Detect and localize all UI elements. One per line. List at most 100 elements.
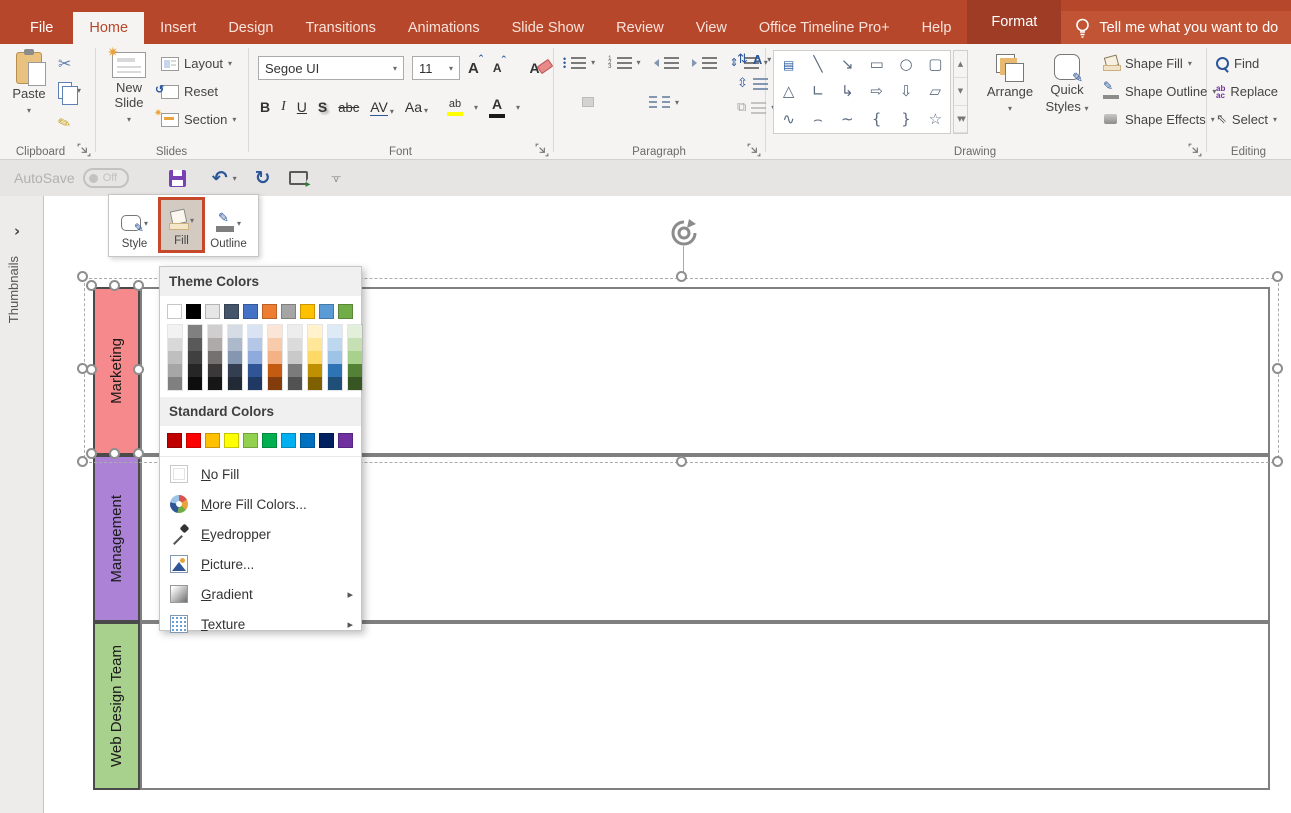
section-button[interactable]: Section▾	[161, 112, 236, 127]
font-size-combo[interactable]: 11▾	[412, 56, 460, 80]
shape-gallery-item[interactable]: ∿	[782, 112, 795, 127]
theme-color-variant-swatch[interactable]	[348, 351, 362, 364]
italic-button[interactable]: I	[281, 99, 286, 115]
shape-gallery-item[interactable]: ↳	[841, 84, 854, 99]
shape-gallery-item[interactable]: {	[872, 112, 882, 127]
selection-handle[interactable]	[1272, 363, 1283, 374]
theme-color-variant-swatch[interactable]	[168, 377, 182, 390]
underline-button[interactable]: U	[297, 99, 307, 115]
shrink-font-button[interactable]: A⌃	[493, 61, 508, 75]
shape-gallery-item[interactable]: ○	[899, 57, 912, 72]
shape-gallery[interactable]: ▤╲↘▭○▢△∟↳⇨⇩▱∿⌢∼{}☆	[773, 50, 951, 134]
autosave-toggle[interactable]: AutoSave Off	[14, 168, 129, 188]
standard-color-swatch[interactable]	[243, 433, 258, 448]
bullets-button[interactable]: •••▾	[563, 57, 595, 69]
theme-color-variant-swatch[interactable]	[328, 377, 342, 390]
fill-menu-item-more-colors[interactable]: More Fill Colors...	[160, 489, 361, 519]
theme-color-variant-swatch[interactable]	[348, 364, 362, 377]
shape-gallery-item[interactable]: ╲	[813, 57, 822, 72]
theme-color-variant-swatch[interactable]	[248, 377, 262, 390]
tab-review[interactable]: Review	[600, 12, 680, 44]
start-from-beginning-button[interactable]	[289, 171, 308, 185]
grow-font-button[interactable]: A⌃	[468, 60, 485, 77]
clipboard-dialog-launcher[interactable]	[77, 143, 91, 157]
caret-down-icon[interactable]: ▾	[474, 103, 478, 112]
shape-fill-button[interactable]: Shape Fill▾	[1103, 56, 1192, 71]
theme-color-variant-swatch[interactable]	[188, 338, 202, 351]
cut-button[interactable]: ✂	[58, 54, 71, 73]
theme-color-variant-swatch[interactable]	[348, 377, 362, 390]
shape-gallery-item[interactable]: ↘	[841, 57, 854, 72]
standard-color-swatch[interactable]	[281, 433, 296, 448]
shape-handle[interactable]	[86, 364, 97, 375]
replace-button[interactable]: abacReplace	[1216, 84, 1278, 99]
theme-color-variant-swatch[interactable]	[328, 338, 342, 351]
theme-color-variant-swatch[interactable]	[228, 377, 242, 390]
theme-color-variant-swatch[interactable]	[308, 364, 322, 377]
theme-color-variant-swatch[interactable]	[268, 377, 282, 390]
tab-help[interactable]: Help	[906, 12, 968, 44]
theme-color-variant-swatch[interactable]	[268, 351, 282, 364]
paste-button[interactable]: Paste ▾	[6, 52, 52, 118]
theme-color-swatch[interactable]	[338, 304, 353, 319]
numbering-button[interactable]: 123▾	[608, 57, 640, 69]
font-dialog-launcher[interactable]	[535, 143, 549, 157]
change-case-button[interactable]: Aa▾	[405, 99, 428, 115]
shape-handle[interactable]	[86, 280, 97, 291]
theme-color-variant-swatch[interactable]	[188, 364, 202, 377]
tab-slide-show[interactable]: Slide Show	[496, 12, 601, 44]
shape-handle[interactable]	[109, 448, 120, 459]
tab-format[interactable]: Format	[967, 0, 1061, 44]
copy-button[interactable]: ▾	[58, 82, 81, 99]
shape-gallery-item[interactable]: ▭	[870, 57, 884, 72]
shape-handle[interactable]	[133, 364, 144, 375]
theme-color-swatch[interactable]	[224, 304, 239, 319]
shape-gallery-item[interactable]: ▢	[928, 57, 942, 72]
theme-color-variant-swatch[interactable]	[328, 364, 342, 377]
standard-color-swatch[interactable]	[338, 433, 353, 448]
theme-color-swatch[interactable]	[205, 304, 220, 319]
shape-gallery-item[interactable]: ▱	[930, 84, 942, 99]
select-button[interactable]: ⇖Select▾	[1216, 112, 1277, 127]
theme-color-variant-swatch[interactable]	[248, 325, 262, 338]
theme-color-variant-swatch[interactable]	[228, 351, 242, 364]
theme-color-swatch[interactable]	[281, 304, 296, 319]
theme-color-variant-swatch[interactable]	[268, 325, 282, 338]
theme-color-variant-swatch[interactable]	[208, 351, 222, 364]
quick-styles-button[interactable]: Quick Styles ▾	[1041, 54, 1093, 116]
shape-handle[interactable]	[109, 280, 120, 291]
fill-menu-item-texture[interactable]: Texture▸	[160, 609, 361, 639]
theme-color-variant-swatch[interactable]	[288, 364, 302, 377]
shape-gallery-item[interactable]: ∼	[841, 112, 854, 127]
redo-button[interactable]: ↻	[255, 169, 271, 188]
tell-me-box[interactable]: Tell me what you want to do	[1061, 11, 1291, 44]
standard-color-swatch[interactable]	[186, 433, 201, 448]
align-left-button[interactable]	[563, 98, 573, 106]
theme-color-variant-swatch[interactable]	[348, 325, 362, 338]
standard-color-swatch[interactable]	[224, 433, 239, 448]
theme-color-variant-swatch[interactable]	[168, 325, 182, 338]
undo-button[interactable]: ↶▾	[212, 169, 237, 188]
new-slide-button[interactable]: ✷ New Slide ▾	[103, 52, 155, 127]
thumbnails-panel-collapsed[interactable]: › Thumbnails	[0, 196, 44, 813]
theme-color-swatch[interactable]	[243, 304, 258, 319]
standard-color-swatch[interactable]	[262, 433, 277, 448]
caret-down-icon[interactable]: ▾	[516, 103, 520, 112]
increase-indent-button[interactable]	[692, 57, 717, 69]
find-button[interactable]: Find	[1216, 56, 1259, 71]
fill-button[interactable]: ▾ Fill	[158, 197, 205, 253]
theme-color-variant-swatch[interactable]	[188, 377, 202, 390]
customize-qat-button[interactable]: —˅	[332, 174, 341, 182]
standard-color-swatch[interactable]	[300, 433, 315, 448]
selection-handle[interactable]	[77, 271, 88, 282]
shape-outline-button[interactable]: Shape Outline▾	[1103, 84, 1216, 99]
layout-button[interactable]: Layout▾	[161, 56, 232, 71]
arrange-button[interactable]: Arrange ▾	[981, 54, 1039, 116]
swimlane-row-3[interactable]	[140, 622, 1270, 790]
theme-color-variant-swatch[interactable]	[248, 364, 262, 377]
tab-transitions[interactable]: Transitions	[289, 12, 391, 44]
theme-color-variant-swatch[interactable]	[228, 364, 242, 377]
theme-color-variant-swatch[interactable]	[348, 338, 362, 351]
gallery-more-icon[interactable]: ▼▼	[954, 106, 967, 133]
theme-color-variant-swatch[interactable]	[328, 351, 342, 364]
